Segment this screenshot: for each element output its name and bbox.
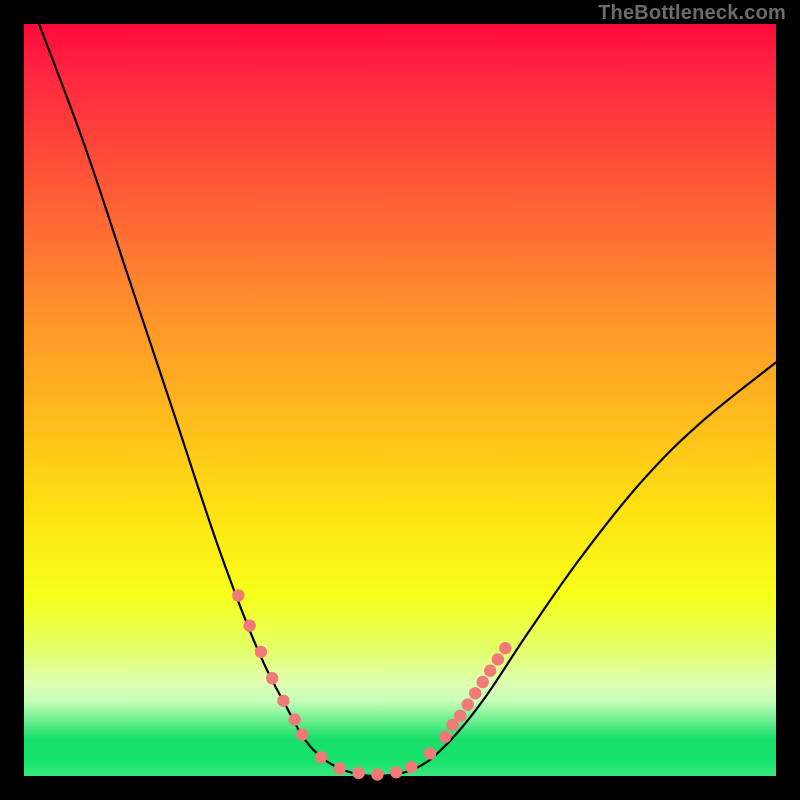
data-point-marker: [255, 646, 267, 658]
data-point-marker: [266, 672, 278, 684]
data-point-marker: [499, 642, 511, 654]
data-point-marker: [462, 698, 474, 710]
data-point-marker: [243, 619, 255, 631]
data-point-marker: [477, 676, 489, 688]
data-point-marker: [334, 762, 346, 774]
watermark-text: TheBottleneck.com: [598, 2, 786, 25]
data-point-marker: [469, 687, 481, 699]
data-point-marker: [315, 751, 327, 763]
data-point-marker: [454, 710, 466, 722]
data-point-marker: [296, 728, 308, 740]
data-point-marker: [405, 761, 417, 773]
data-point-marker: [492, 653, 504, 665]
chart-svg: [24, 24, 776, 776]
data-point-marker: [390, 766, 402, 778]
chart-frame: [16, 16, 784, 784]
bottleneck-curve: [39, 24, 776, 776]
chart-plot-area: [24, 24, 776, 776]
data-point-marker: [277, 695, 289, 707]
data-point-marker: [352, 767, 364, 779]
data-point-marker: [484, 665, 496, 677]
data-point-marker: [289, 713, 301, 725]
data-point-marker: [439, 731, 451, 743]
data-point-marker: [232, 589, 244, 601]
data-point-marker: [371, 768, 383, 780]
data-point-marker: [424, 747, 436, 759]
